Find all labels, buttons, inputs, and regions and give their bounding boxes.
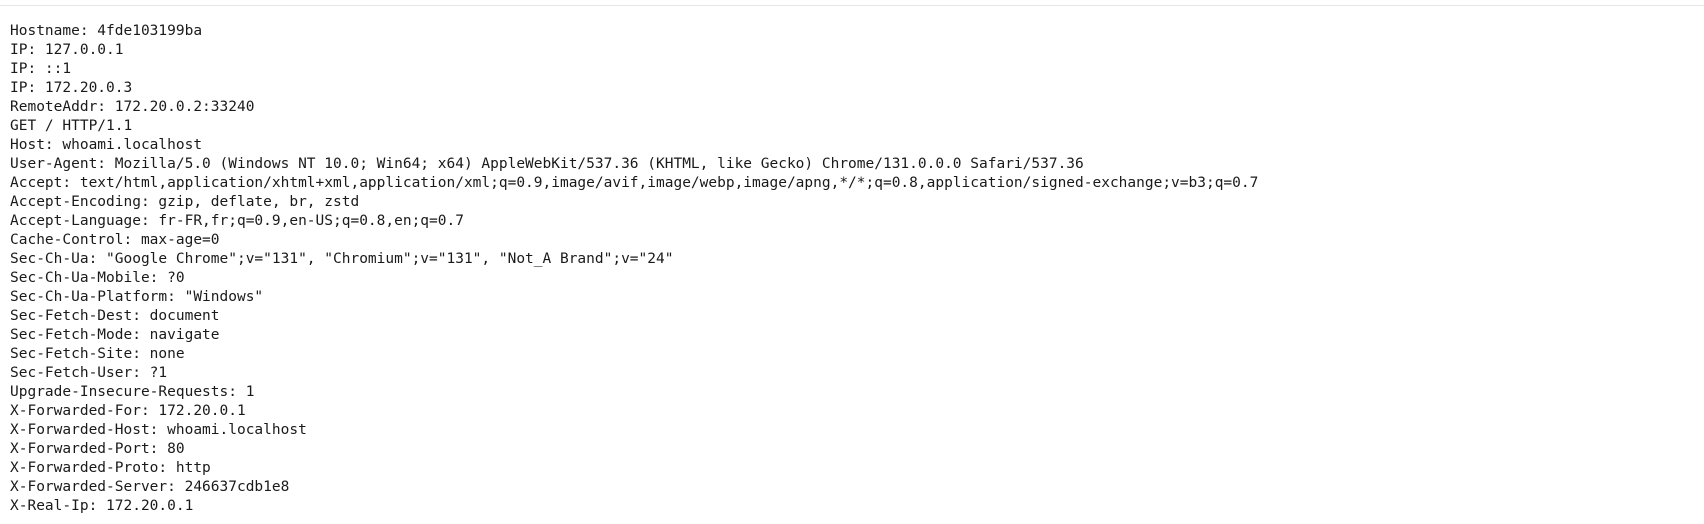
- header-upgrade-insecure-requests-line: Upgrade-Insecure-Requests: 1: [10, 384, 255, 400]
- header-sec-fetch-dest-line: Sec-Fetch-Dest: document: [10, 308, 220, 324]
- header-cache-control-line: Cache-Control: max-age=0: [10, 232, 220, 248]
- ip-line: IP: ::1: [10, 61, 72, 77]
- header-x-real-ip-line: X-Real-Ip: 172.20.0.1: [10, 498, 194, 514]
- header-user-agent-line: User-Agent: Mozilla/5.0 (Windows NT 10.0…: [10, 156, 1084, 172]
- header-sec-ch-ua-line: Sec-Ch-Ua: "Google Chrome";v="131", "Chr…: [10, 251, 674, 267]
- header-sec-fetch-mode-line: Sec-Fetch-Mode: navigate: [10, 327, 220, 343]
- header-sec-fetch-site-line: Sec-Fetch-Site: none: [10, 346, 185, 362]
- header-accept-encoding-line: Accept-Encoding: gzip, deflate, br, zstd: [10, 194, 360, 210]
- header-x-forwarded-port-line: X-Forwarded-Port: 80: [10, 441, 185, 457]
- header-x-forwarded-server-line: X-Forwarded-Server: 246637cdb1e8: [10, 479, 290, 495]
- ip-line: IP: 127.0.0.1: [10, 42, 124, 58]
- header-sec-ch-ua-platform-line: Sec-Ch-Ua-Platform: "Windows": [10, 289, 264, 305]
- request-line: GET / HTTP/1.1: [10, 118, 133, 134]
- header-x-forwarded-proto-line: X-Forwarded-Proto: http: [10, 460, 211, 476]
- header-sec-fetch-user-line: Sec-Fetch-User: ?1: [10, 365, 168, 381]
- header-host-line: Host: whoami.localhost: [10, 137, 203, 153]
- header-sec-ch-ua-mobile-line: Sec-Ch-Ua-Mobile: ?0: [10, 270, 185, 286]
- top-divider: [0, 5, 1704, 6]
- ip-line: IP: 172.20.0.3: [10, 80, 133, 96]
- header-x-forwarded-for-line: X-Forwarded-For: 172.20.0.1: [10, 403, 246, 419]
- header-x-forwarded-host-line: X-Forwarded-Host: whoami.localhost: [10, 422, 307, 438]
- hostname-line: Hostname: 4fde103199ba: [10, 23, 203, 39]
- plain-text-document: Hostname: 4fde103199ba IP: 127.0.0.1 IP:…: [10, 22, 1690, 516]
- remote-addr-line: RemoteAddr: 172.20.0.2:33240: [10, 99, 255, 115]
- header-accept-line: Accept: text/html,application/xhtml+xml,…: [10, 175, 1259, 191]
- header-accept-language-line: Accept-Language: fr-FR,fr;q=0.9,en-US;q=…: [10, 213, 464, 229]
